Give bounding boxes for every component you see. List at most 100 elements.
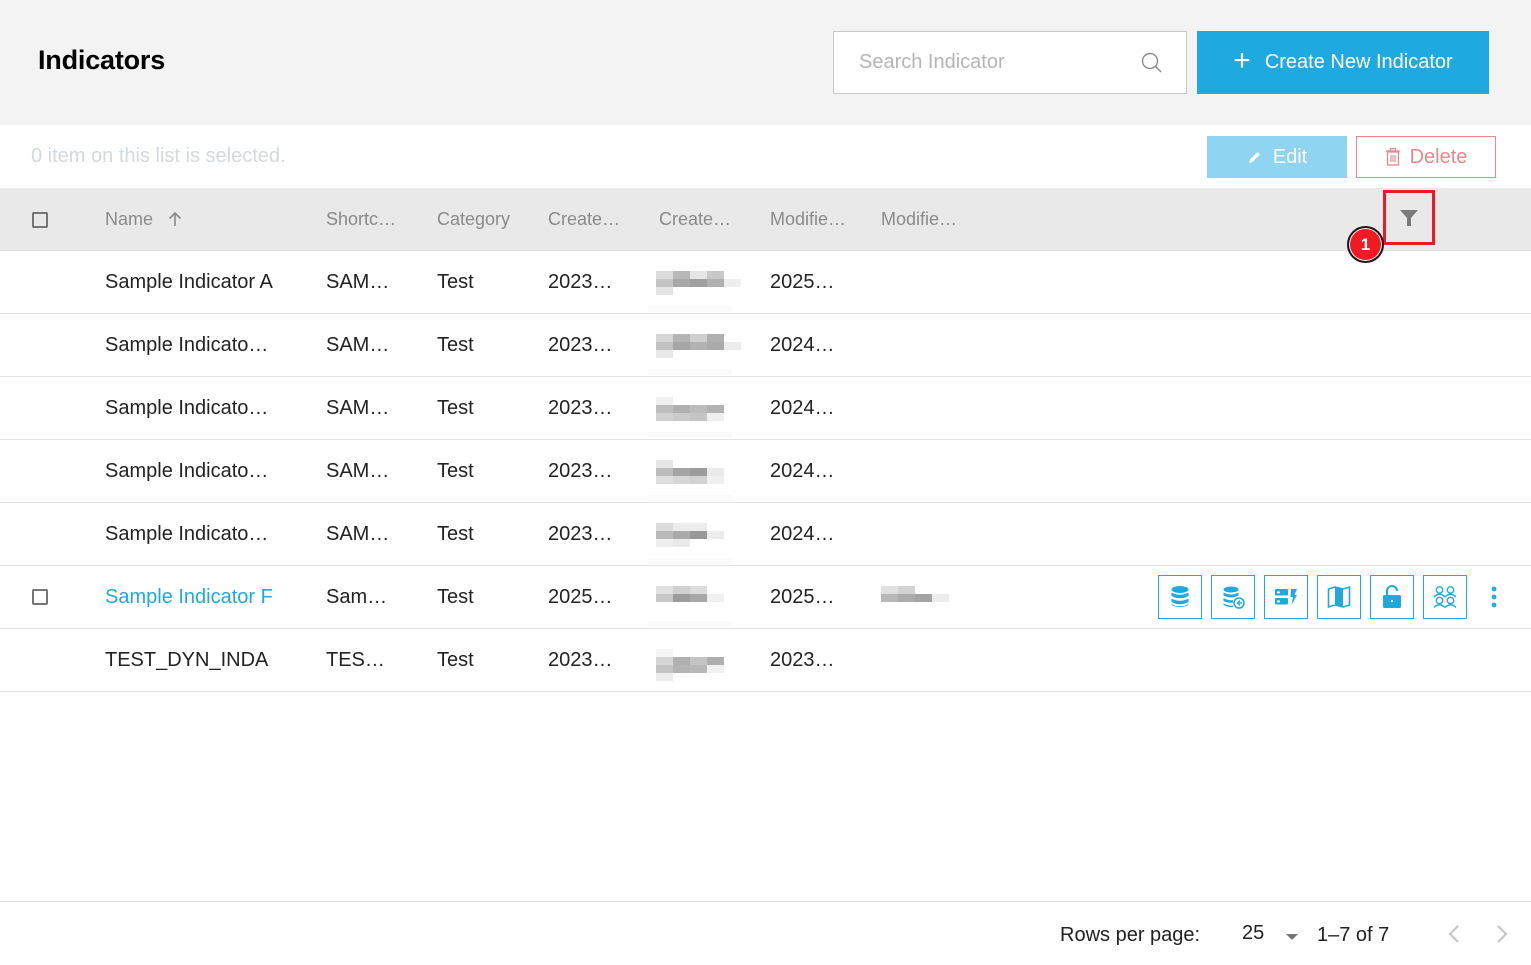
obscured-region [648, 369, 732, 375]
obscured-pixel [707, 413, 724, 421]
column-header-category[interactable]: Category [437, 209, 510, 230]
obscured-pixel [707, 468, 724, 476]
import-data-button[interactable] [1211, 575, 1255, 619]
cell-created-date: 2023… [548, 397, 613, 419]
cell-created-by-obscured [656, 397, 732, 421]
calculate-button[interactable] [1264, 575, 1308, 619]
map-button[interactable] [1317, 575, 1361, 619]
table-row[interactable]: Sample Indicato… SAM… Test 2023… 2024… [0, 495, 1531, 566]
obscured-pixel [656, 279, 673, 287]
permissions-button[interactable] [1370, 575, 1414, 619]
caret-down-icon[interactable] [1285, 933, 1299, 941]
filter-icon [1400, 209, 1418, 226]
cell-name[interactable]: Sample Indicator A [105, 271, 273, 294]
delete-button[interactable]: Delete [1356, 136, 1496, 178]
cell-created-date: 2023… [548, 523, 613, 545]
obscured-pixel [707, 279, 724, 287]
cell-modified-date: 2024… [770, 523, 835, 545]
obscured-pixel [707, 657, 724, 665]
selection-toolbar: 0 item on this list is selected. Edit De… [0, 125, 1531, 188]
obscured-region [648, 495, 732, 501]
cell-created-by-obscured [656, 586, 732, 610]
obscured-pixel [656, 673, 673, 681]
table-row[interactable]: TEST_DYN_INDA TES… Test 2023… 2023… [0, 621, 1531, 692]
column-header-shortcode[interactable]: Shortc… [326, 209, 396, 230]
search-field[interactable] [833, 31, 1187, 94]
obscured-pixel [656, 594, 673, 602]
pagination-range: 1–7 of 7 [1317, 924, 1390, 946]
delete-label: Delete [1409, 145, 1468, 168]
obscured-pixel [673, 539, 690, 547]
cell-modified-date: 2024… [770, 334, 835, 356]
cell-name[interactable]: TEST_DYN_INDA [105, 649, 268, 672]
obscured-pixel [656, 287, 673, 295]
filter-button[interactable] [1383, 190, 1435, 245]
cell-created-date: 2023… [548, 649, 613, 671]
obscured-pixel [656, 539, 673, 547]
unlock-icon [1383, 585, 1401, 608]
cell-modified-date: 2024… [770, 397, 835, 419]
table-row[interactable]: Sample Indicato… SAM… Test 2023… 2024… [0, 306, 1531, 377]
annotation-badge: 1 [1347, 226, 1384, 263]
cell-name[interactable]: Sample Indicator F [105, 586, 273, 609]
cell-category: Test [437, 586, 474, 608]
cell-created-by-obscured [656, 334, 741, 358]
trash-icon [1385, 147, 1400, 166]
table-body: Sample Indicator A SAM… Test 2023… 2025…… [0, 251, 1531, 692]
select-all-checkbox[interactable] [32, 212, 48, 228]
obscured-pixel [690, 665, 707, 673]
column-header-modified-by[interactable]: Modifie… [881, 209, 957, 230]
obscured-pixel [690, 594, 707, 602]
search-icon[interactable] [1140, 51, 1164, 75]
obscured-pixel [673, 342, 690, 350]
cell-name[interactable]: Sample Indicato… [105, 397, 268, 420]
column-header-created-by[interactable]: Create… [659, 209, 731, 230]
chevron-left-icon[interactable] [1444, 922, 1464, 946]
obscured-pixel [690, 468, 707, 476]
server-bolt-icon [1275, 589, 1297, 605]
cell-shortcode: SAM… [326, 460, 390, 482]
more-actions-button[interactable] [1482, 575, 1506, 619]
table-row[interactable]: Sample Indicator A SAM… Test 2023… 2025… [0, 251, 1531, 314]
obscured-pixel [673, 531, 690, 539]
obscured-pixel [656, 476, 673, 484]
cell-shortcode: TES… [326, 649, 385, 671]
plus-icon: + [1233, 44, 1251, 77]
obscured-pixel [656, 350, 673, 358]
user-groups-button[interactable] [1423, 575, 1467, 619]
edit-button[interactable]: Edit [1207, 136, 1347, 178]
cell-shortcode: SAM… [326, 334, 390, 356]
view-data-button[interactable] [1158, 575, 1202, 619]
table-row[interactable]: Sample Indicator F Sam… Test 2025… 2025… [0, 558, 1531, 629]
pagination-bar: Rows per page: 25 1–7 of 7 [0, 901, 1531, 965]
table-row[interactable]: Sample Indicato… SAM… Test 2023… 2024… [0, 369, 1531, 440]
obscured-pixel [656, 397, 673, 405]
column-header-modified-date[interactable]: Modifie… [770, 209, 846, 230]
cell-name[interactable]: Sample Indicato… [105, 334, 268, 357]
obscured-pixel [690, 271, 707, 279]
cell-category: Test [437, 397, 474, 419]
obscured-pixel [707, 342, 724, 350]
chevron-right-icon[interactable] [1492, 922, 1512, 946]
rows-per-page-label: Rows per page: [1060, 924, 1201, 946]
create-new-indicator-button[interactable]: + Create New Indicator [1197, 31, 1489, 94]
obscured-pixel [724, 342, 741, 350]
obscured-region [648, 558, 732, 564]
obscured-pixel [673, 271, 690, 279]
arrow-up-icon[interactable] [168, 211, 182, 227]
cell-name[interactable]: Sample Indicato… [105, 523, 268, 546]
table-row[interactable]: Sample Indicato… SAM… Test 2023… 2024… [0, 432, 1531, 503]
row-checkbox[interactable] [32, 589, 48, 605]
column-header-name[interactable]: Name [105, 209, 182, 230]
rows-per-page-select[interactable]: 25 [1242, 922, 1264, 945]
obscured-pixel [673, 586, 690, 594]
obscured-pixel [898, 586, 915, 594]
cell-name[interactable]: Sample Indicato… [105, 460, 268, 483]
search-input[interactable] [834, 32, 1134, 93]
obscured-pixel [690, 586, 707, 594]
column-header-created-date[interactable]: Create… [548, 209, 620, 230]
obscured-pixel [881, 594, 898, 602]
page-header: Indicators + Create New Indicator [0, 0, 1531, 125]
cell-created-by-obscured [656, 271, 741, 295]
obscured-pixel [673, 468, 690, 476]
